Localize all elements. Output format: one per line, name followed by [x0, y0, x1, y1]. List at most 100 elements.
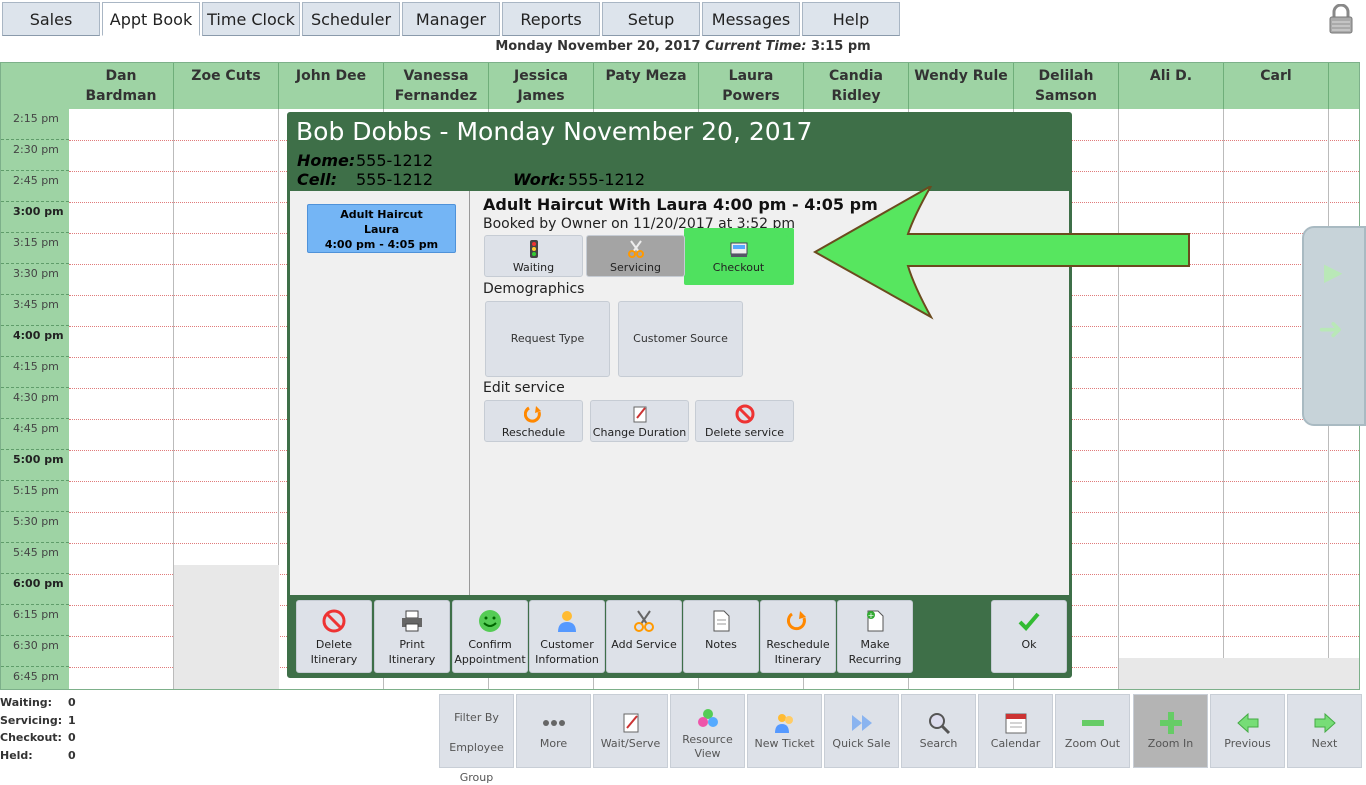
new-ticket-button[interactable]: New Ticket: [747, 694, 822, 768]
reschedule-itinerary-label: Reschedule: [766, 638, 830, 651]
filter-employee-group-button[interactable]: Filter By Employee Group: [439, 694, 514, 784]
request-type-button[interactable]: Request Type: [485, 301, 610, 377]
employee-column-header[interactable]: Vanessa Fernandez: [384, 63, 489, 109]
tab-scheduler[interactable]: Scheduler: [302, 2, 400, 36]
tab-messages[interactable]: Messages: [702, 2, 800, 36]
confirm-appointment-button[interactable]: Confirm Appointment: [452, 600, 528, 673]
employee-column-header[interactable]: Jessica James: [489, 63, 594, 109]
held-count-label: Held:: [0, 748, 33, 762]
ok-button[interactable]: Ok: [991, 600, 1067, 673]
card-service: Adult Haircut: [340, 208, 423, 221]
waiting-button[interactable]: Waiting: [484, 235, 583, 277]
svg-text:+: +: [868, 611, 875, 620]
tab-appt-book[interactable]: Appt Book: [102, 2, 200, 36]
reschedule-itinerary-label: Itinerary: [774, 653, 822, 666]
arrow-right-icon[interactable]: ➜: [1318, 312, 1343, 347]
checkout-label: Checkout: [712, 261, 765, 274]
delete-itinerary-button[interactable]: Delete Itinerary: [296, 600, 372, 673]
printer-icon: [402, 610, 422, 632]
time-slot-label: 5:15 pm: [1, 481, 69, 512]
tab-setup[interactable]: Setup: [602, 2, 700, 36]
checkout-count-label: Checkout:: [0, 731, 62, 744]
notes-button[interactable]: Notes: [683, 600, 759, 673]
servicing-button[interactable]: Servicing: [586, 235, 685, 277]
edit-service-label: Edit service: [483, 380, 565, 396]
edit-document-icon: [623, 713, 638, 733]
quick-sale-button[interactable]: Quick Sale: [824, 694, 899, 768]
zoom-in-button[interactable]: Zoom In: [1133, 694, 1208, 768]
calendar-label: Calendar: [990, 737, 1041, 750]
side-nav-panel[interactable]: ▶ ➜: [1302, 226, 1366, 426]
arrow-right-icon[interactable]: ▶: [1324, 258, 1342, 286]
next-button[interactable]: Next: [1287, 694, 1362, 768]
reschedule-itinerary-button[interactable]: Reschedule Itinerary: [760, 600, 836, 673]
work-label: Work:: [513, 170, 566, 189]
time-slot-label: 3:15 pm: [1, 233, 69, 264]
popup-title: Bob Dobbs - Monday November 20, 2017: [296, 117, 813, 146]
tab-manager[interactable]: Manager: [402, 2, 500, 36]
previous-button[interactable]: Previous: [1210, 694, 1285, 768]
time-column: 2:15 pm 2:30 pm 2:45 pm 3:00 pm 3:15 pm 3:30 …: [1, 63, 69, 689]
servicing-label: Servicing: [610, 261, 661, 274]
employee-column-header[interactable]: Dan Bardman: [69, 63, 174, 109]
held-count: 0: [68, 748, 76, 762]
zoom-out-button[interactable]: Zoom Out: [1055, 694, 1130, 768]
change-duration-button[interactable]: Change Duration: [590, 400, 689, 442]
employee-column[interactable]: [69, 109, 174, 689]
customer-information-button[interactable]: Customer Information: [529, 600, 605, 673]
employee-column-header[interactable]: Ali D.: [1119, 63, 1224, 109]
cell-label: Cell:: [297, 170, 337, 189]
search-button[interactable]: Search: [901, 694, 976, 768]
tab-time-clock[interactable]: Time Clock: [202, 2, 300, 36]
lock-icon[interactable]: [1328, 4, 1354, 34]
tab-reports[interactable]: Reports: [502, 2, 600, 36]
more-button[interactable]: More: [516, 694, 591, 768]
home-label: Home:: [297, 151, 356, 170]
employee-column-header[interactable]: Paty Meza: [594, 63, 699, 109]
time-slot-label: 2:30 pm: [1, 140, 69, 171]
employee-column-header[interactable]: Delilah Samson: [1014, 63, 1119, 109]
waiting-count: 0: [68, 696, 76, 709]
wait-serve-button[interactable]: Wait/Serve: [593, 694, 668, 768]
add-service-button[interactable]: Add Service: [606, 600, 682, 673]
print-itinerary-button[interactable]: Print Itinerary: [374, 600, 450, 673]
resource-view-label: View: [694, 747, 721, 760]
change-duration-label: Change Duration: [592, 426, 687, 439]
checkout-count: 0: [68, 731, 76, 744]
customer-source-button[interactable]: Customer Source: [618, 301, 743, 377]
employee-column-header[interactable]: Carl: [1224, 63, 1329, 109]
confirm-appointment-label: Appointment: [454, 653, 526, 666]
filter-label: Group: [459, 771, 494, 784]
employee-column-header[interactable]: Candia Ridley: [804, 63, 909, 109]
make-recurring-label: Make: [860, 638, 890, 651]
make-recurring-button[interactable]: + Make Recurring: [837, 600, 913, 673]
reschedule-button[interactable]: Reschedule: [484, 400, 583, 442]
appointment-card[interactable]: Adult Haircut Laura 4:00 pm - 4:05 pm: [307, 204, 456, 253]
demographics-label: Demographics: [483, 281, 585, 297]
employee-column-header[interactable]: Zoe Cuts: [174, 63, 279, 109]
ok-label: Ok: [1021, 638, 1037, 651]
no-entry-icon: [322, 609, 346, 633]
edit-document-icon: [633, 406, 646, 423]
delete-service-button[interactable]: Delete service: [695, 400, 794, 442]
employee-column-header[interactable]: Wendy Rule: [909, 63, 1014, 109]
search-icon: [928, 713, 950, 735]
employee-column-header[interactable]: Laura Powers: [699, 63, 804, 109]
checkout-button[interactable]: Checkout: [689, 235, 788, 277]
waiting-count-label: Waiting:: [0, 696, 53, 709]
new-ticket-label: New Ticket: [754, 737, 815, 750]
employee-column-header[interactable]: Edi: [1329, 63, 1359, 109]
itinerary-pane: Adult Haircut Laura 4:00 pm - 4:05 pm: [290, 191, 470, 595]
unavailable-block: [174, 565, 279, 689]
reschedule-icon: [787, 611, 806, 631]
resource-icon: [697, 709, 718, 727]
tab-help[interactable]: Help: [802, 2, 900, 36]
calendar-button[interactable]: Calendar: [978, 694, 1053, 768]
employee-column-header[interactable]: John Dee: [279, 63, 384, 109]
time-slot-label: 4:00 pm: [1, 326, 69, 357]
document-icon: [713, 610, 730, 632]
current-date-bar: Monday November 20, 2017 Current Time: 3…: [0, 36, 1366, 62]
notes-label: Notes: [705, 638, 737, 651]
tab-sales[interactable]: Sales: [2, 2, 100, 36]
resource-view-button[interactable]: Resource View: [670, 694, 745, 768]
